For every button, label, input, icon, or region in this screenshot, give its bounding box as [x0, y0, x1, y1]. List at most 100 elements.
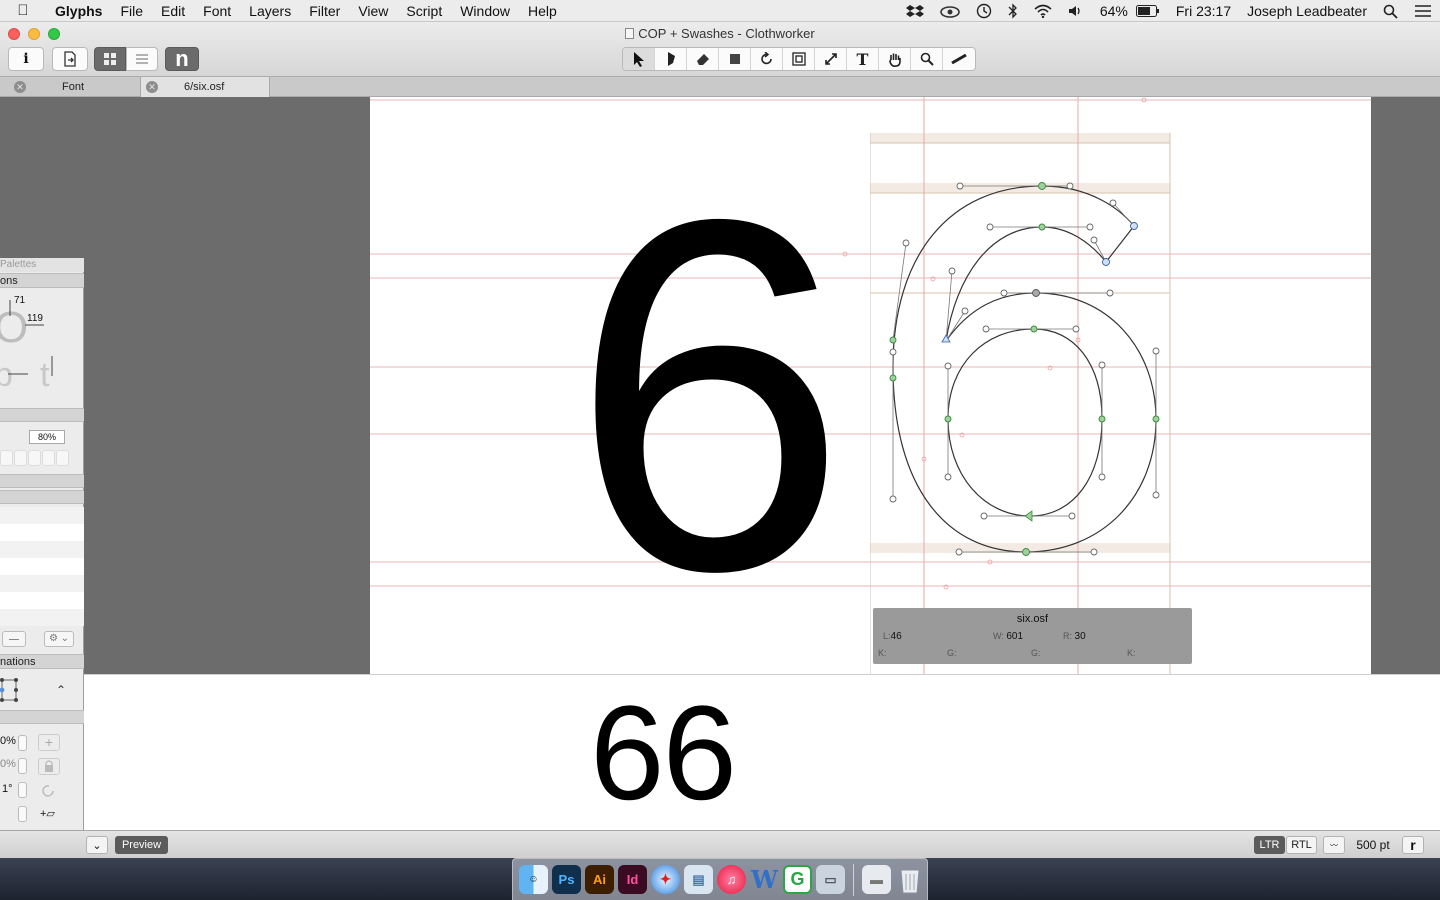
list-item[interactable] [0, 609, 84, 626]
right-kerning-group-field[interactable]: K: [1127, 648, 1136, 658]
apple-menu-icon[interactable]:  [0, 2, 46, 19]
ltr-button[interactable]: LTR [1254, 836, 1285, 854]
rotate-tool-button[interactable] [751, 48, 783, 70]
info-button[interactable]: i [8, 47, 44, 71]
transformations-header[interactable]: nations [0, 654, 84, 669]
pen-tool-button[interactable] [655, 48, 687, 70]
menu-app-name[interactable]: Glyphs [46, 0, 111, 22]
remove-button[interactable] [2, 631, 26, 647]
list-item[interactable] [0, 575, 84, 592]
spotlight-search-icon[interactable] [1375, 4, 1406, 19]
color-swatch[interactable] [0, 450, 13, 466]
scale-x-field[interactable]: 0% [0, 735, 16, 747]
lock-button[interactable] [38, 758, 60, 775]
glyph-info-toggle-button[interactable]: r [1402, 836, 1424, 854]
rtl-button[interactable]: RTL [1286, 836, 1317, 854]
dock-photos[interactable]: ▭ [816, 865, 845, 894]
rotate-stepper[interactable] [18, 782, 27, 798]
tab-six-osf[interactable]: ✕ 6/six.osf [141, 77, 270, 97]
list-item[interactable] [0, 524, 84, 541]
knife-tool-button[interactable] [815, 48, 847, 70]
select-tool-button[interactable] [623, 48, 655, 70]
dimensions-header[interactable]: ons [0, 273, 84, 288]
action-menu-button[interactable]: ⚙ ⌄ [44, 631, 74, 647]
palette-section-header[interactable] [0, 474, 84, 488]
dim-right-value[interactable]: 119 [27, 313, 43, 324]
color-swatch[interactable] [56, 450, 69, 466]
dock-indesign[interactable]: Id [618, 865, 647, 894]
menu-edit[interactable]: Edit [152, 0, 194, 22]
menu-layers[interactable]: Layers [240, 0, 300, 22]
dock-documents[interactable]: ▬ [862, 865, 891, 894]
edit-view-button[interactable]: n [165, 46, 199, 71]
scale-tool-button[interactable] [783, 48, 815, 70]
master-popup-button[interactable]: ⌄ [86, 836, 108, 854]
text-tool-button[interactable]: T [847, 48, 879, 70]
preview-panel[interactable]: 66 [0, 674, 1440, 830]
battery-percent[interactable]: 64% [1092, 3, 1136, 19]
color-swatch[interactable] [42, 450, 55, 466]
stepper-icon[interactable]: ⌃ [56, 683, 66, 697]
eraser-tool-button[interactable] [687, 48, 719, 70]
dropbox-icon[interactable] [898, 4, 932, 18]
dock-preview[interactable]: ▤ [684, 865, 713, 894]
notification-center-icon[interactable] [1406, 4, 1440, 18]
list-item[interactable] [0, 507, 84, 524]
list-view-button[interactable] [126, 47, 158, 71]
transform-origin-selector[interactable] [0, 677, 20, 703]
rotate-angle-field[interactable]: 1° [2, 783, 13, 795]
menu-file[interactable]: File [111, 0, 152, 22]
left-kerning-group-field[interactable]: K: [878, 648, 887, 658]
time-machine-icon[interactable] [968, 3, 1000, 19]
scale-y-stepper[interactable] [18, 758, 27, 774]
menu-view[interactable]: View [349, 0, 397, 22]
color-swatch[interactable] [14, 450, 27, 466]
preview-toggle-button[interactable]: Preview [115, 836, 168, 854]
palette-section-header[interactable] [0, 710, 84, 724]
close-tab-icon[interactable]: ✕ [146, 81, 158, 93]
dock-trash[interactable] [895, 865, 924, 894]
zoom-percent-field[interactable]: 80% [29, 430, 65, 444]
scale-x-stepper[interactable] [18, 735, 27, 751]
bluetooth-icon[interactable] [1000, 3, 1026, 19]
creative-cloud-icon[interactable] [932, 4, 968, 18]
slant-button[interactable]: +▱ [40, 807, 55, 820]
hand-tool-button[interactable] [879, 48, 911, 70]
dock-itunes[interactable]: ♫ [717, 865, 746, 894]
dock-finder[interactable]: ☺ [519, 865, 548, 894]
color-swatch[interactable] [28, 450, 41, 466]
layers-header[interactable] [0, 408, 84, 422]
glyph-edit-area[interactable]: 6 [370, 97, 1371, 674]
palette-section-header[interactable] [0, 490, 84, 504]
left-group-field[interactable]: G: [947, 648, 957, 658]
dock-word[interactable]: W [750, 865, 779, 894]
rotate-button[interactable] [40, 783, 58, 801]
battery-icon[interactable] [1135, 5, 1168, 17]
rectangle-tool-button[interactable] [719, 48, 751, 70]
list-item[interactable] [0, 541, 84, 558]
lsb-field[interactable]: L:46 [883, 631, 902, 642]
menu-script[interactable]: Script [397, 0, 451, 22]
slant-stepper[interactable] [18, 806, 27, 822]
dim-top-value[interactable]: 71 [14, 295, 25, 306]
text-direction-button[interactable]: 〰 [1323, 836, 1345, 854]
menu-filter[interactable]: Filter [300, 0, 349, 22]
wifi-icon[interactable] [1026, 4, 1060, 18]
dock-photoshop[interactable]: Ps [552, 865, 581, 894]
zoom-tool-button[interactable] [911, 48, 943, 70]
tab-font[interactable]: ✕ Font [0, 77, 141, 97]
add-icon[interactable]: + [38, 734, 60, 751]
right-group-field[interactable]: G: [1031, 648, 1041, 658]
font-size-field[interactable]: 500 pt [1352, 836, 1394, 854]
menu-window[interactable]: Window [451, 0, 519, 22]
dock-safari[interactable]: ✦ [651, 865, 680, 894]
list-item[interactable] [0, 558, 84, 575]
measure-tool-button[interactable] [943, 48, 975, 70]
width-field[interactable]: W: 601 [993, 631, 1023, 642]
close-tab-icon[interactable]: ✕ [14, 81, 26, 93]
dock-glyphs[interactable]: G [783, 865, 812, 894]
rsb-field[interactable]: R: 30 [1063, 631, 1086, 642]
volume-icon[interactable] [1060, 4, 1092, 18]
list-item[interactable] [0, 592, 84, 609]
menu-help[interactable]: Help [519, 0, 566, 22]
